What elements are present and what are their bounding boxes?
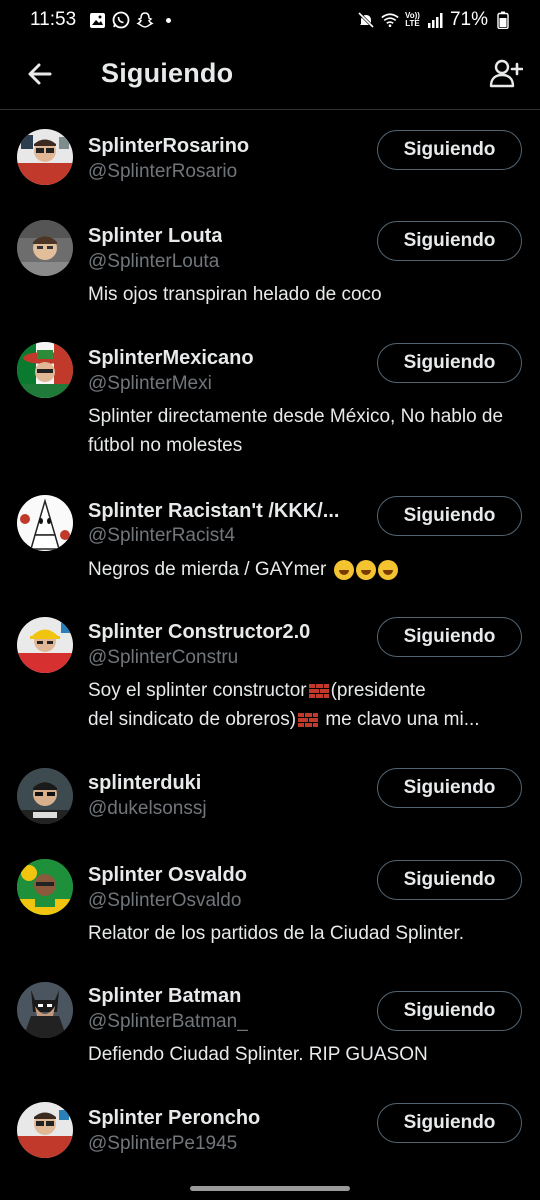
account-name: Splinter Constructor2.0 <box>88 621 311 643</box>
signal-icon <box>426 11 444 29</box>
account-name: splinterduki <box>88 772 202 794</box>
list-item[interactable]: Splinter Batman @SplinterBatman_ Defiend… <box>0 962 540 1086</box>
avatar[interactable] <box>17 1102 73 1158</box>
account-handle: @SplinterOsvaldo <box>88 890 242 911</box>
following-button[interactable]: Siguiendo <box>377 768 522 808</box>
account-handle: @dukelsonssj <box>88 798 207 819</box>
add-user-icon <box>489 59 523 88</box>
home-indicator[interactable] <box>190 1186 350 1191</box>
following-button[interactable]: Siguiendo <box>377 130 522 170</box>
avatar[interactable] <box>17 129 73 185</box>
brick-emoji-icon <box>298 712 319 727</box>
list-item[interactable]: SplinterRosarino @SplinterRosario Siguie… <box>0 111 540 201</box>
account-handle: @SplinterLouta <box>88 251 220 272</box>
battery-icon <box>494 11 512 29</box>
add-user-button[interactable] <box>488 56 524 92</box>
following-button[interactable]: Siguiendo <box>377 991 522 1031</box>
mute-icon <box>357 11 375 29</box>
account-name: SplinterRosarino <box>88 135 250 157</box>
following-button[interactable]: Siguiendo <box>377 860 522 900</box>
account-name: Splinter Louta <box>88 225 223 247</box>
account-name: Splinter Batman <box>88 985 242 1007</box>
account-name: Splinter Osvaldo <box>88 864 247 886</box>
status-bar-right: Vo)) LTE 71% <box>357 9 512 31</box>
avatar[interactable] <box>17 982 73 1038</box>
snapchat-icon <box>136 11 154 29</box>
account-name: Splinter Peroncho <box>88 1107 261 1129</box>
back-button[interactable] <box>24 58 56 90</box>
account-bio: Splinter directamente desde México, No h… <box>88 406 504 456</box>
avatar[interactable] <box>17 495 73 551</box>
battery-percentage: 71% <box>449 9 488 30</box>
following-button[interactable]: Siguiendo <box>377 221 522 261</box>
gallery-icon <box>88 11 106 29</box>
account-name: SplinterMexicano <box>88 347 254 369</box>
following-button[interactable]: Siguiendo <box>377 617 522 657</box>
laughing-emoji-icon <box>355 559 376 580</box>
account-handle: @SplinterMexi <box>88 373 212 394</box>
avatar[interactable] <box>17 342 73 398</box>
whatsapp-icon <box>112 11 130 29</box>
account-bio: Defiendo Ciudad Splinter. RIP GUASON <box>88 1044 428 1065</box>
account-bio: Negros de mierda / GAYmer <box>88 555 528 584</box>
list-item[interactable]: Splinter Peroncho @SplinterPe1945 Siguie… <box>0 1086 540 1186</box>
list-item[interactable]: SplinterMexicano @SplinterMexi Splinter … <box>0 323 540 475</box>
account-bio: Mis ojos transpiran helado de coco <box>88 284 382 305</box>
following-button[interactable]: Siguiendo <box>377 496 522 536</box>
arrow-left-icon <box>28 63 52 85</box>
account-bio: Soy el splinter constructor (presidente d… <box>88 680 480 730</box>
account-handle: @SplinterConstru <box>88 647 239 668</box>
laughing-emoji-icon <box>333 559 354 580</box>
app-bar: Siguiendo <box>0 40 540 110</box>
status-bar: 11:53 Vo)) LTE 71% <box>0 0 540 40</box>
account-handle: @SplinterPe1945 <box>88 1133 238 1154</box>
notification-dot <box>166 17 172 23</box>
wifi-icon <box>381 11 399 29</box>
page-title: Siguiendo <box>101 58 234 88</box>
account-handle: @SplinterRosario <box>88 161 238 182</box>
volte-indicator: Vo)) LTE <box>405 11 420 28</box>
clock: 11:53 <box>30 9 77 30</box>
avatar[interactable] <box>17 859 73 915</box>
avatar[interactable] <box>17 768 73 824</box>
list-item[interactable]: Splinter Louta @SplinterLouta Mis ojos t… <box>0 201 540 323</box>
avatar[interactable] <box>17 617 73 673</box>
account-bio: Relator de los partidos de la Ciudad Spl… <box>88 923 465 944</box>
list-item[interactable]: Splinter Constructor2.0 @SplinterConstru… <box>0 599 540 749</box>
following-button[interactable]: Siguiendo <box>377 1103 522 1143</box>
laughing-emoji-icon <box>377 559 398 580</box>
list-item[interactable]: splinterduki @dukelsonssj Siguiendo <box>0 749 540 841</box>
account-handle: @SplinterBatman_ <box>88 1011 248 1032</box>
list-item[interactable]: Splinter Racistan't /KKK/... @SplinterRa… <box>0 475 540 599</box>
account-handle: @SplinterRacist4 <box>88 525 236 546</box>
brick-emoji-icon <box>308 683 329 698</box>
list-item[interactable]: Splinter Osvaldo @SplinterOsvaldo Relato… <box>0 841 540 962</box>
following-button[interactable]: Siguiendo <box>377 343 522 383</box>
avatar[interactable] <box>17 220 73 276</box>
status-bar-left: 11:53 <box>30 9 172 31</box>
account-name: Splinter Racistan't /KKK/... <box>88 500 340 522</box>
